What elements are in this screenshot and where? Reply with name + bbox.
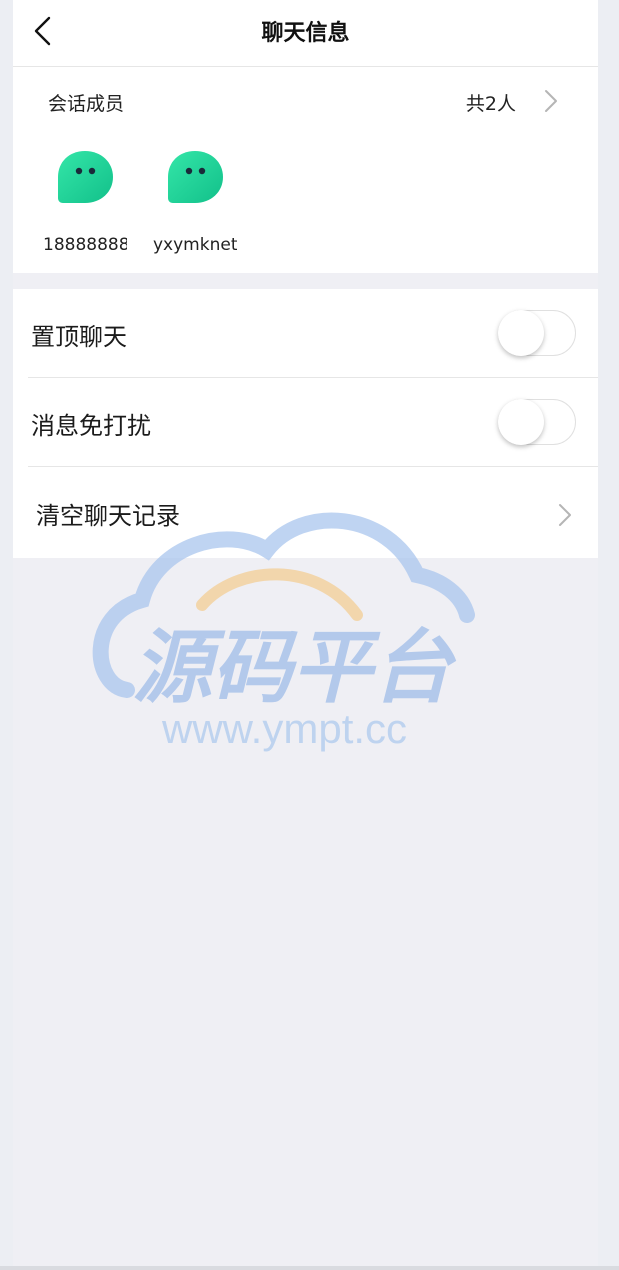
members-section: 会话成员 共2人 18888888 yxymknet xyxy=(13,67,598,273)
toggle-knob xyxy=(498,310,544,356)
member-name: 18888888 xyxy=(43,235,127,255)
chat-info-page: 聊天信息 会话成员 共2人 18888888 yxymknet 置顶聊天 消息免… xyxy=(13,0,598,1266)
toggle-knob xyxy=(498,399,544,445)
member-item[interactable]: yxymknet xyxy=(153,149,237,259)
bottom-divider xyxy=(0,1266,619,1270)
chevron-right-icon xyxy=(559,504,571,526)
clear-history-row[interactable]: 清空聊天记录 xyxy=(13,468,598,557)
mute-row: 消息免打扰 xyxy=(13,378,598,467)
member-item[interactable]: 18888888 xyxy=(43,149,127,259)
nav-header: 聊天信息 xyxy=(13,0,598,67)
members-label: 会话成员 xyxy=(48,93,125,115)
chat-bubble-avatar-icon xyxy=(168,151,223,203)
mute-toggle[interactable] xyxy=(498,399,576,445)
member-name: yxymknet xyxy=(153,235,237,255)
clear-history-label: 清空聊天记录 xyxy=(36,502,180,530)
chat-bubble-avatar-icon xyxy=(58,151,113,203)
chevron-right-icon xyxy=(545,90,557,112)
mute-label: 消息免打扰 xyxy=(31,412,151,440)
members-header[interactable]: 会话成员 共2人 xyxy=(13,67,598,135)
page-title: 聊天信息 xyxy=(261,21,350,46)
pin-chat-toggle[interactable] xyxy=(498,310,576,356)
settings-section: 置顶聊天 消息免打扰 清空聊天记录 xyxy=(13,289,598,558)
pin-chat-row: 置顶聊天 xyxy=(13,289,598,378)
members-count: 共2人 xyxy=(465,93,516,115)
pin-chat-label: 置顶聊天 xyxy=(31,323,127,351)
